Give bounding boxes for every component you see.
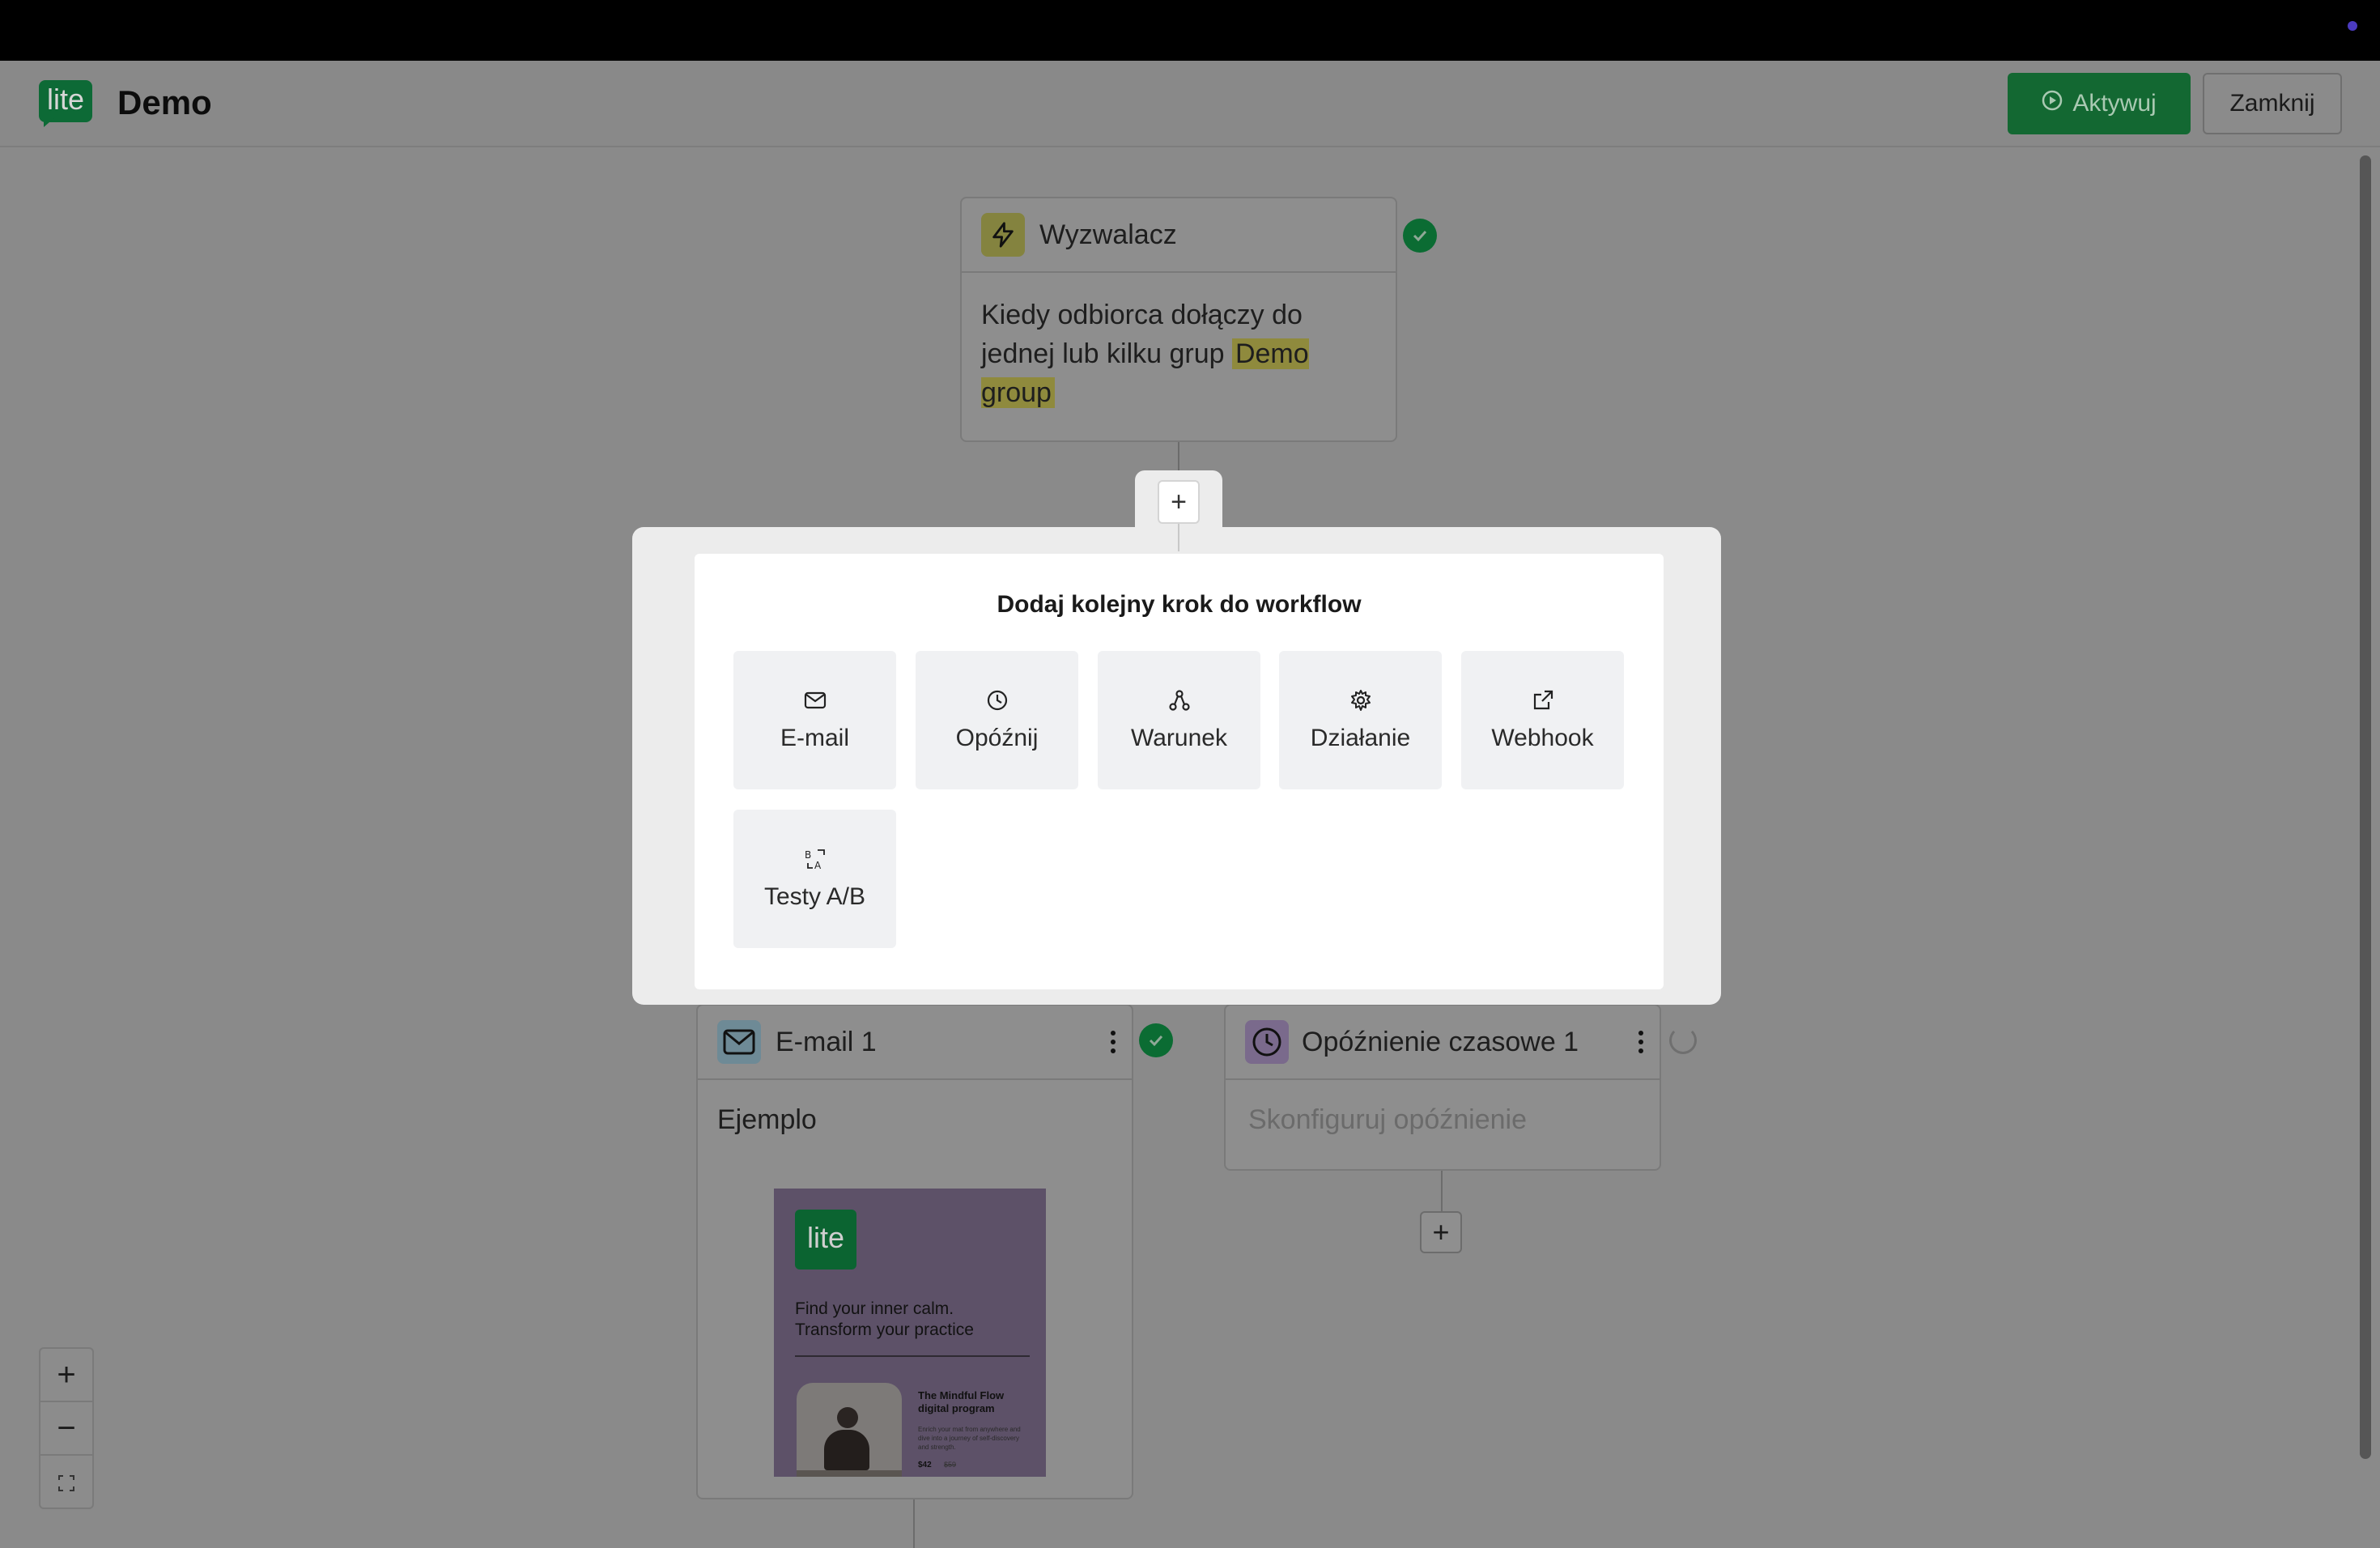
mail-icon <box>717 1020 761 1064</box>
svg-text:A: A <box>814 860 822 871</box>
email-node-title: E-mail 1 <box>776 1026 877 1057</box>
modal-title: Dodaj kolejny krok do workflow <box>997 591 1362 618</box>
preview-divider <box>795 1355 1030 1357</box>
preview-logo: lite <box>795 1210 856 1269</box>
fit-view-button[interactable] <box>40 1456 92 1508</box>
option-condition[interactable]: Warunek <box>1098 651 1260 789</box>
preview-price: $42 <box>918 1461 932 1469</box>
preview-headline: Find your inner calm. Transform your pra… <box>795 1299 974 1339</box>
trigger-node-header: Wyzwalacz <box>962 198 1396 273</box>
close-button[interactable]: Zamknij <box>2203 73 2342 134</box>
page-title: Demo <box>117 83 212 121</box>
option-label: E-mail <box>780 725 849 751</box>
email-node-header: E-mail 1 <box>698 1006 1132 1080</box>
option-label: Działanie <box>1310 725 1411 751</box>
preview-old-price: $59 <box>944 1461 957 1469</box>
loading-spinner-icon <box>1669 1027 1697 1054</box>
gear-icon <box>1349 688 1373 717</box>
option-label: Testy A/B <box>763 883 866 910</box>
more-options-icon[interactable] <box>1111 1031 1116 1053</box>
canvas-scrollbar[interactable] <box>2360 155 2371 1459</box>
preview-photo <box>797 1383 902 1477</box>
clock-icon <box>985 688 1009 717</box>
email-subject: Ejemplo <box>717 1104 817 1135</box>
option-delay[interactable]: Opóźnij <box>916 651 1078 789</box>
connector-line <box>913 1499 915 1548</box>
activate-button[interactable]: Aktywuj <box>2008 73 2191 134</box>
delay-node-title: Opóźnienie czasowe 1 <box>1302 1026 1579 1057</box>
external-link-icon <box>1531 688 1555 717</box>
email-check-icon <box>1139 1023 1173 1057</box>
trigger-description: Kiedy odbiorca dołączy do jednej lub kil… <box>962 273 1396 435</box>
play-circle-icon <box>2042 90 2063 117</box>
connector-line <box>1441 1171 1443 1211</box>
option-label: Opóźnij <box>955 725 1039 751</box>
delay-placeholder: Skonfiguruj opóźnienie <box>1248 1104 1528 1135</box>
active-add-step-button[interactable]: + <box>1158 480 1200 524</box>
option-ab-test[interactable]: BA Testy A/B <box>733 810 896 948</box>
more-options-icon[interactable] <box>1638 1031 1643 1053</box>
email-node[interactable]: E-mail 1 Ejemplo lite Find your inner ca… <box>696 1004 1133 1499</box>
top-bar <box>0 0 2380 61</box>
svg-text:B: B <box>805 849 811 861</box>
preview-product-desc: Enrich your mat from anywhere and dive i… <box>918 1426 1021 1451</box>
delay-node[interactable]: Opóźnienie czasowe 1 Skonfiguruj opóźnie… <box>1224 1004 1661 1171</box>
zoom-out-button[interactable]: − <box>40 1402 92 1456</box>
connector-line <box>1178 524 1179 551</box>
zoom-in-button[interactable]: + <box>40 1349 92 1402</box>
clock-icon <box>1245 1020 1289 1064</box>
option-label: Warunek <box>1131 725 1227 751</box>
fit-view-icon <box>57 1464 75 1500</box>
connector-line <box>1178 442 1179 474</box>
logo: lite <box>39 80 92 122</box>
trigger-check-icon <box>1403 219 1437 253</box>
preview-product-title: The Mindful Flow digital program <box>918 1389 1005 1414</box>
trigger-node[interactable]: Wyzwalacz Kiedy odbiorca dołączy do jedn… <box>960 197 1397 442</box>
add-step-button[interactable]: + <box>1420 1211 1462 1253</box>
ab-test-icon: BA <box>803 847 827 875</box>
delay-node-header: Opóźnienie czasowe 1 <box>1226 1006 1660 1080</box>
activate-label: Aktywuj <box>2072 90 2157 117</box>
app-header: lite Demo Aktywuj Zamknij <box>0 61 2380 147</box>
email-preview[interactable]: lite Find your inner calm. Transform you… <box>774 1189 1046 1477</box>
trigger-title: Wyzwalacz <box>1039 219 1177 250</box>
logo-tail <box>44 117 55 127</box>
status-dot <box>2348 21 2357 31</box>
zoom-controls: + − <box>39 1347 94 1509</box>
option-email[interactable]: E-mail <box>733 651 896 789</box>
branch-icon <box>1167 688 1192 717</box>
lightning-icon <box>981 213 1025 257</box>
option-action[interactable]: Działanie <box>1279 651 1442 789</box>
option-webhook[interactable]: Webhook <box>1461 651 1624 789</box>
option-label: Webhook <box>1491 725 1594 751</box>
mail-icon <box>803 688 827 717</box>
